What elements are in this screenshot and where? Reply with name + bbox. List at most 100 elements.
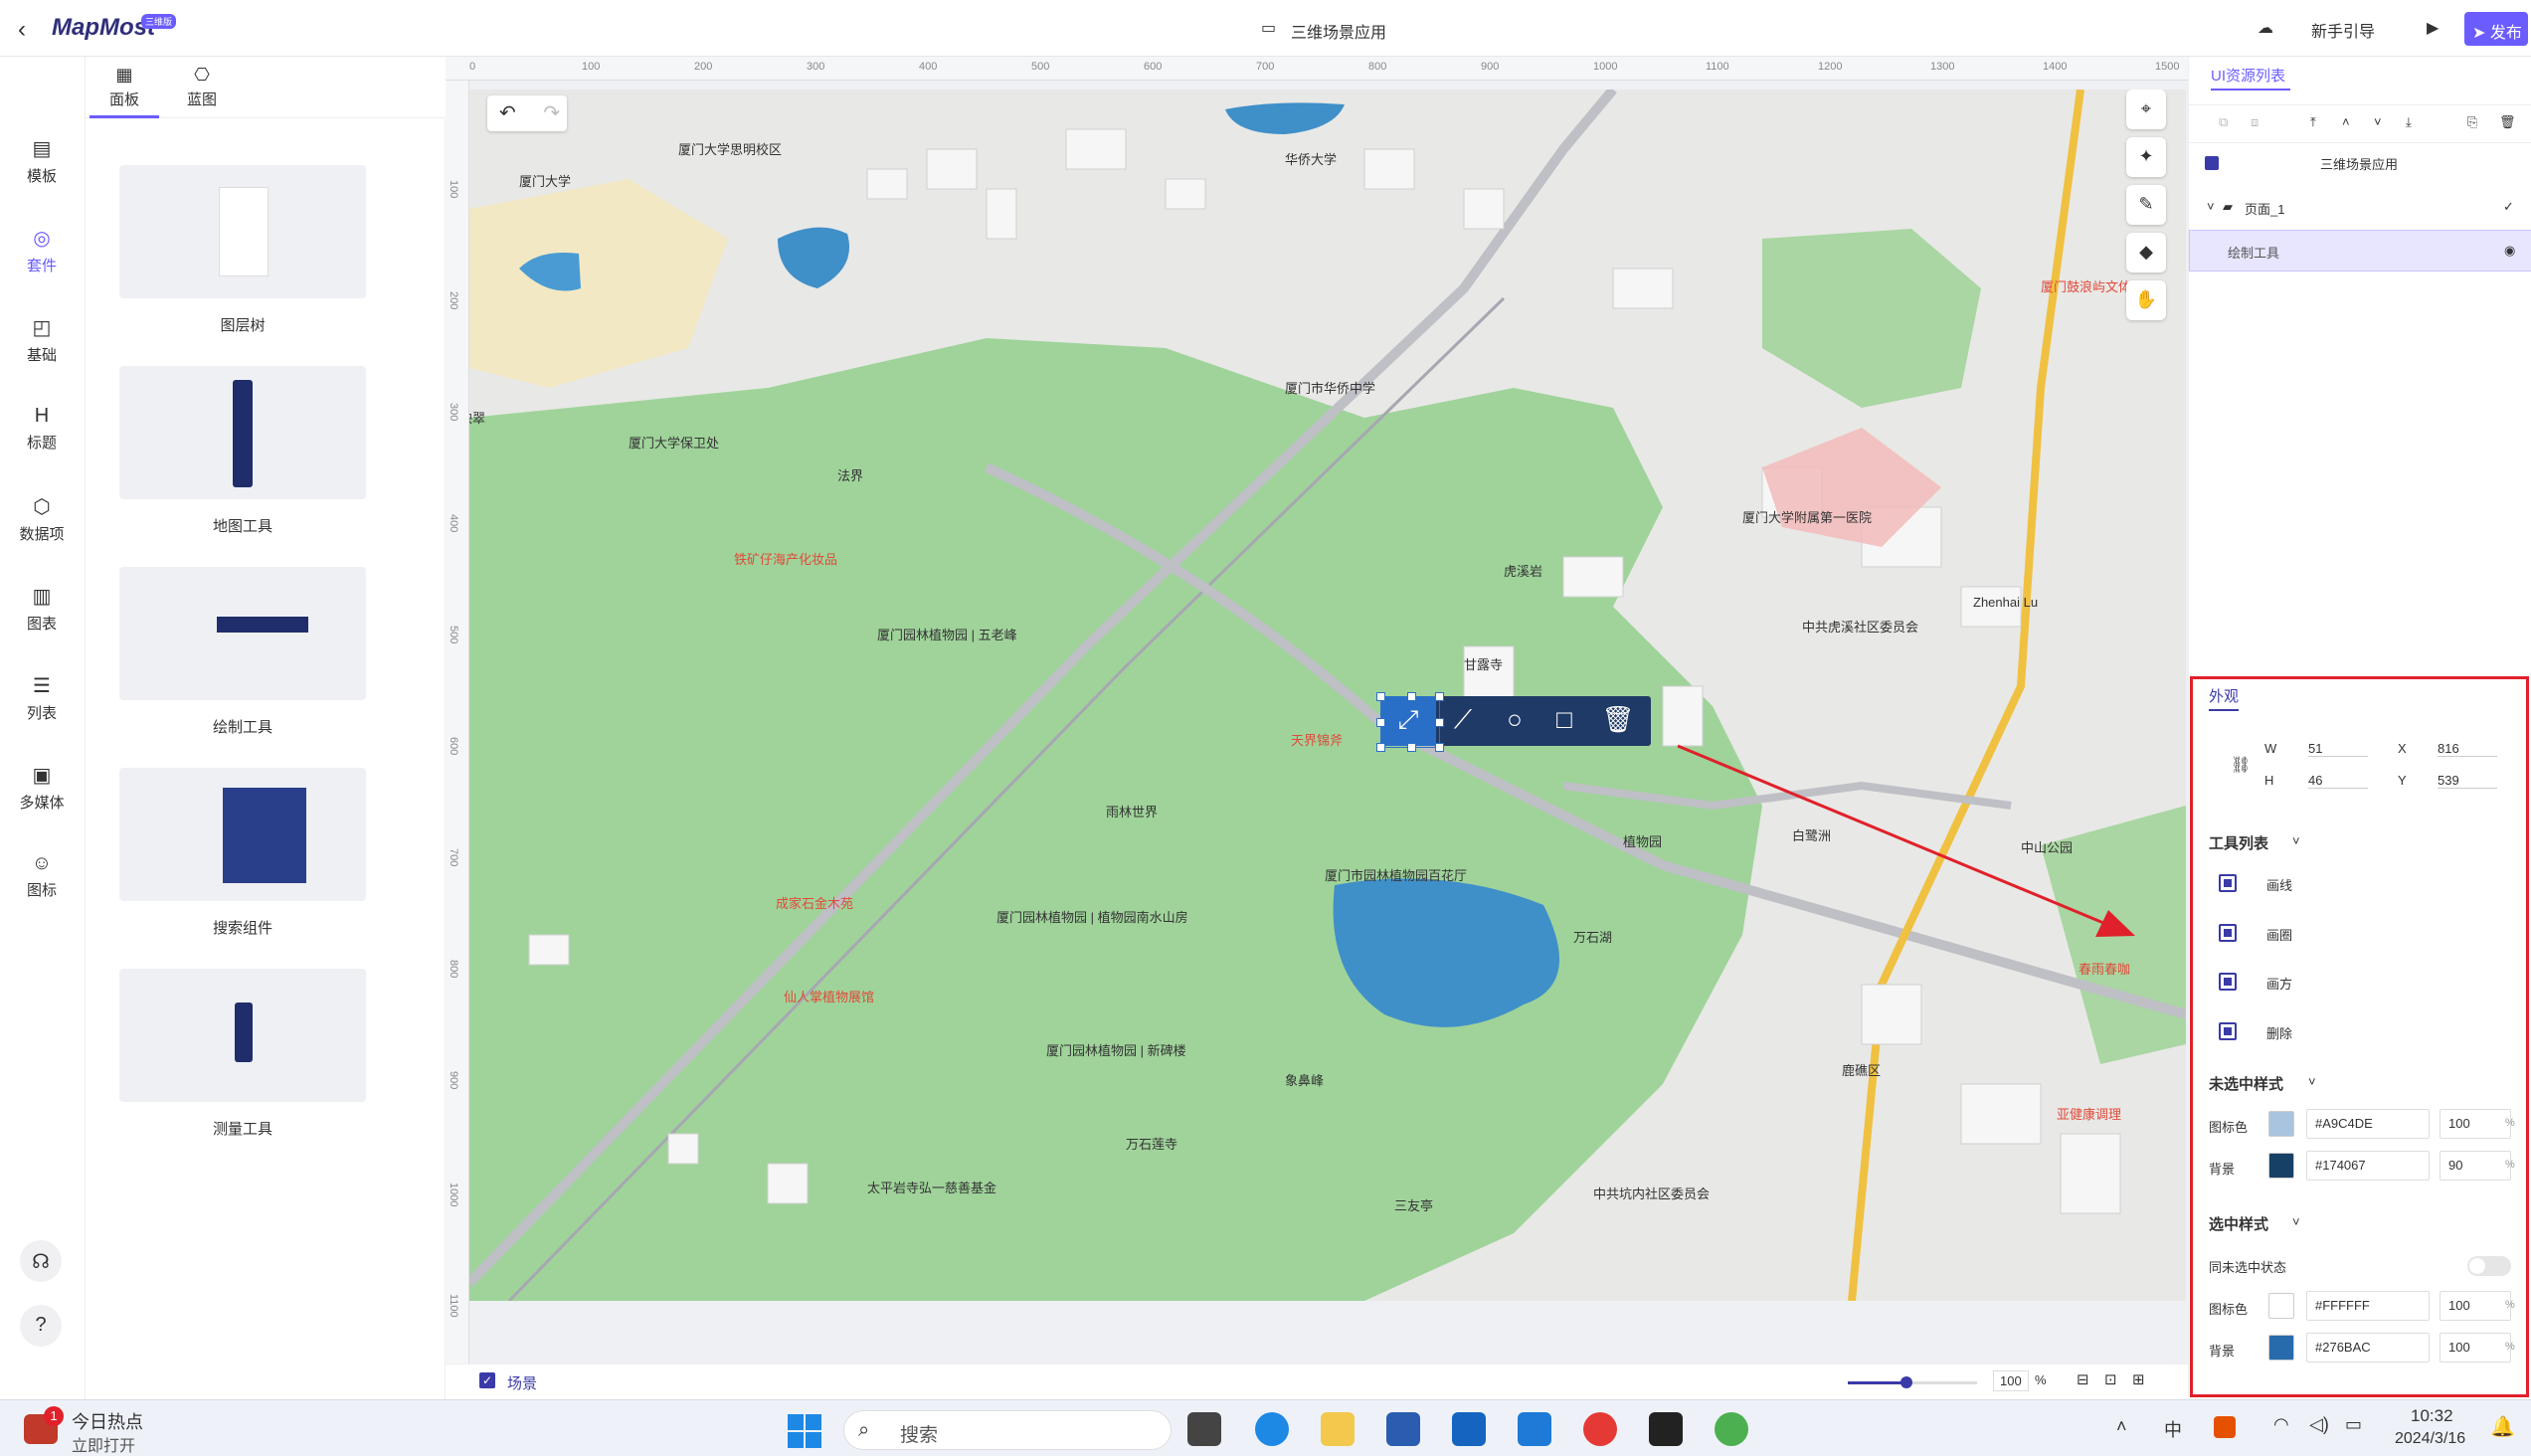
zoom-input[interactable]: 100 <box>1993 1370 2029 1391</box>
map-poi[interactable]: 铁矿仔海产化妆品 <box>734 549 837 568</box>
guide-button[interactable]: 新手引导 <box>2311 18 2375 42</box>
nav-kit[interactable]: ◎ 套件 <box>2 226 82 275</box>
tree-node-draw-tools: 绘制工具 <box>2228 246 2280 261</box>
wifi-icon[interactable]: ◠ <box>2273 1414 2289 1435</box>
component-card-measure[interactable] <box>119 969 366 1102</box>
nav-list[interactable]: ☰ 列表 <box>2 673 82 723</box>
volume-icon[interactable]: ◁) <box>2309 1414 2329 1435</box>
nav-data-item[interactable]: ⬡ 数据项 <box>2 494 82 544</box>
folder-icon[interactable] <box>1321 1412 1355 1446</box>
file-explorer-dark-icon[interactable] <box>1187 1412 1221 1446</box>
tree-node-app[interactable]: 三维场景应用 <box>2320 154 2398 173</box>
tree-node-page[interactable]: 页面_1 <box>2245 199 2284 218</box>
component-card-layer-tree[interactable] <box>119 165 366 298</box>
map-view[interactable]: 厦门大学 厦门大学思明校区 华侨大学 厦门市华侨中学 厦门大学附属第一医院 中共… <box>469 90 2186 1301</box>
resize-handle[interactable] <box>1407 743 1416 752</box>
nav-icon[interactable]: ☺ 图标 <box>2 852 82 900</box>
store-icon[interactable] <box>1386 1412 1420 1446</box>
check-icon[interactable]: ✓ <box>2503 199 2514 215</box>
scene-checkbox[interactable]: ✓ <box>479 1372 495 1388</box>
resize-handle[interactable] <box>1435 692 1444 701</box>
zoom-slider[interactable] <box>1848 1376 1977 1388</box>
tab-panel[interactable]: ▦ 面板 <box>90 65 159 118</box>
locate-icon[interactable]: ⌖ <box>2126 90 2166 129</box>
back-arrow-icon[interactable]: ‹ <box>18 16 26 44</box>
draw-rect-icon[interactable]: □ <box>1539 696 1589 746</box>
tray-chevron-icon[interactable]: ˄ <box>2116 1416 2127 1437</box>
clock-time[interactable]: 10:32 <box>2411 1406 2453 1426</box>
cube-icon[interactable]: ◆ <box>2126 233 2166 273</box>
publish-button[interactable]: ➤ 发布 <box>2464 12 2528 46</box>
panda-icon[interactable] <box>1649 1412 1683 1446</box>
draw-polyline-icon[interactable]: ⟋ <box>1438 696 1488 746</box>
wechat-icon[interactable] <box>1715 1412 1748 1446</box>
map-poi[interactable]: 成家石金木苑 <box>776 893 853 912</box>
nav-basic[interactable]: ◰ 基础 <box>2 315 82 365</box>
move-top-icon[interactable]: ⤒ <box>2310 114 2316 130</box>
category-sidebar: ▤ 模板 ◎ 套件 ◰ 基础 H 标题 ⬡ 数据项 ▥ 图表 ☰ 列表 ▣ 多媒体 ☺ 图标 ☊ … <box>0 57 86 1399</box>
help-icon[interactable]: ? <box>20 1305 62 1347</box>
resize-handle[interactable] <box>1376 692 1385 701</box>
preview-icon[interactable]: ▶ <box>2427 18 2439 38</box>
component-card-search[interactable] <box>119 768 366 901</box>
map-poi[interactable]: 厦门鼓浪屿文体 <box>2041 276 2131 295</box>
media-icon: ▣ <box>32 765 52 787</box>
chrome-icon[interactable] <box>1583 1412 1617 1446</box>
actual-size-icon[interactable]: ⊞ <box>2132 1370 2145 1388</box>
trash-icon[interactable]: 🗑 <box>2499 114 2516 130</box>
move-up-icon[interactable]: ˄ <box>2342 114 2350 129</box>
vscode-icon[interactable] <box>1518 1412 1551 1446</box>
nav-template[interactable]: ▤ 模板 <box>2 136 82 186</box>
copy-icon[interactable]: ⎘ <box>2467 114 2477 130</box>
delete-icon[interactable]: 🗑 <box>1593 696 1643 746</box>
clock-date[interactable]: 2024/3/16 <box>2395 1430 2465 1448</box>
resize-handle[interactable] <box>1376 743 1385 752</box>
taskbar-search[interactable]: ⌕ 搜索 <box>843 1410 1172 1450</box>
fit-width-icon[interactable]: ⊟ <box>2077 1370 2089 1388</box>
news-title[interactable]: 今日热点 <box>72 1408 143 1434</box>
move-down-icon[interactable]: ˅ <box>2374 114 2382 129</box>
news-subtitle[interactable]: 立即打开 <box>72 1432 135 1456</box>
map-poi[interactable]: 春雨春咖 <box>2079 959 2130 978</box>
group-icon[interactable]: ⧉ <box>2219 114 2228 130</box>
tab-blueprint[interactable]: ⎔ 蓝图 <box>167 65 237 109</box>
nav-heading[interactable]: H 标题 <box>2 405 82 453</box>
measure-icon[interactable]: ✎ <box>2126 185 2166 225</box>
resize-handle[interactable] <box>1435 743 1444 752</box>
support-icon[interactable]: ☊ <box>20 1240 62 1282</box>
component-card-map-tools[interactable] <box>119 366 366 499</box>
edge-icon[interactable] <box>1255 1412 1289 1446</box>
resource-list-title[interactable]: UI资源列表 <box>2211 65 2285 86</box>
resize-handle[interactable] <box>1376 718 1385 727</box>
resize-handle[interactable] <box>1435 718 1444 727</box>
battery-icon[interactable]: ▭ <box>2345 1414 2362 1435</box>
cloud-icon[interactable]: ☁ <box>2258 18 2273 38</box>
notification-badge: 1 <box>44 1406 64 1426</box>
ime-indicator[interactable]: 中 <box>2164 1416 2182 1442</box>
ruler-tick: 600 <box>448 737 459 756</box>
chevron-down-icon[interactable]: ˅ <box>2207 199 2215 214</box>
resize-handle[interactable] <box>1407 692 1416 701</box>
map-poi[interactable]: 亚健康调理 <box>2057 1104 2121 1123</box>
windows-start-icon[interactable] <box>788 1414 823 1450</box>
fit-screen-icon[interactable]: ⊡ <box>2104 1370 2117 1388</box>
bell-icon[interactable]: 🔔 <box>2490 1414 2515 1439</box>
draw-circle-icon[interactable]: ○ <box>1490 696 1539 746</box>
magic-wand-icon[interactable]: ✦ <box>2126 137 2166 177</box>
nav-chart[interactable]: ▥ 图表 <box>2 584 82 634</box>
tree-node-draw-tools-row[interactable]: 绘制工具 ◉ <box>2189 230 2531 272</box>
map-poi[interactable]: 仙人掌植物展馆 <box>784 987 874 1005</box>
eye-icon[interactable]: ◉ <box>2504 243 2515 259</box>
redo-icon[interactable]: ↷ <box>543 102 560 124</box>
nav-media[interactable]: ▣ 多媒体 <box>2 763 82 813</box>
hand-icon[interactable]: ✋ <box>2126 280 2166 320</box>
undo-icon[interactable]: ↶ <box>499 102 516 124</box>
app-icon[interactable] <box>1452 1412 1486 1446</box>
zoom-slider-knob[interactable] <box>1899 1376 1912 1388</box>
canvas-status-bar: ✓ 场景 100 % ⊟ ⊡ ⊞ <box>446 1364 2188 1399</box>
map-poi[interactable]: 天界锦斧 <box>1291 730 1343 749</box>
tray-app-icon[interactable] <box>2214 1416 2236 1438</box>
ungroup-icon[interactable]: ⧈ <box>2251 114 2259 130</box>
component-card-draw-tools[interactable] <box>119 567 366 700</box>
move-bottom-icon[interactable]: ⤓ <box>2406 114 2412 130</box>
